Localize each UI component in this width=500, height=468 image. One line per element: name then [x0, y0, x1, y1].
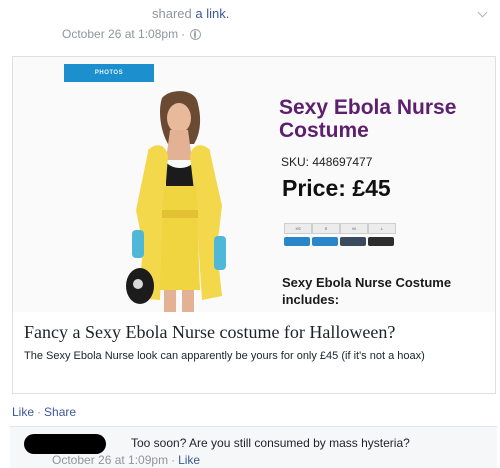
share-link[interactable]: Share [44, 405, 76, 419]
size-option: XS [284, 223, 312, 234]
shared-link-header: shared a link. [152, 6, 229, 21]
like-link[interactable]: Like [12, 405, 34, 419]
post-timestamp[interactable]: October 26 at 1:08pm [62, 27, 178, 41]
action-separator: · [37, 405, 42, 419]
product-price: Price: £45 [282, 175, 391, 201]
color-swatch-blue [312, 237, 338, 246]
size-option: L [368, 223, 396, 234]
card-title[interactable]: Fancy a Sexy Ebola Nurse costume for Hal… [24, 322, 395, 343]
shared-prefix: shared [152, 6, 196, 21]
photos-tab: PHOTOS [64, 64, 154, 82]
comment-text: Too soon? Are you still consumed by mass… [131, 436, 410, 450]
color-swatch-black [368, 237, 394, 246]
globe-icon[interactable] [190, 28, 202, 40]
post-meta: October 26 at 1:08pm · [62, 27, 202, 41]
product-sku: SKU: 448697477 [281, 155, 373, 169]
color-swatch-blue [284, 237, 310, 246]
size-option: M [340, 223, 368, 234]
comment-meta: October 26 at 1:09pm · Like [52, 453, 200, 467]
shared-link-text[interactable]: a link. [195, 6, 229, 21]
size-option: S [312, 223, 340, 234]
post-actions: Like · Share [12, 405, 76, 419]
comment-like-link[interactable]: Like [178, 453, 200, 467]
comment-separator: · [171, 453, 176, 467]
product-title: Sexy Ebola Nurse Costume [279, 96, 457, 142]
redacted-commenter-name [24, 434, 106, 454]
meta-separator: · [181, 27, 186, 41]
comment-timestamp[interactable]: October 26 at 1:09pm [52, 453, 168, 467]
costume-model-image [126, 91, 226, 312]
card-description: The Sexy Ebola Nurse look can apparently… [24, 350, 425, 362]
chevron-down-icon[interactable] [477, 7, 488, 18]
product-includes: Sexy Ebola Nurse Costume includes: [282, 275, 452, 307]
color-swatch-dark [340, 237, 366, 246]
